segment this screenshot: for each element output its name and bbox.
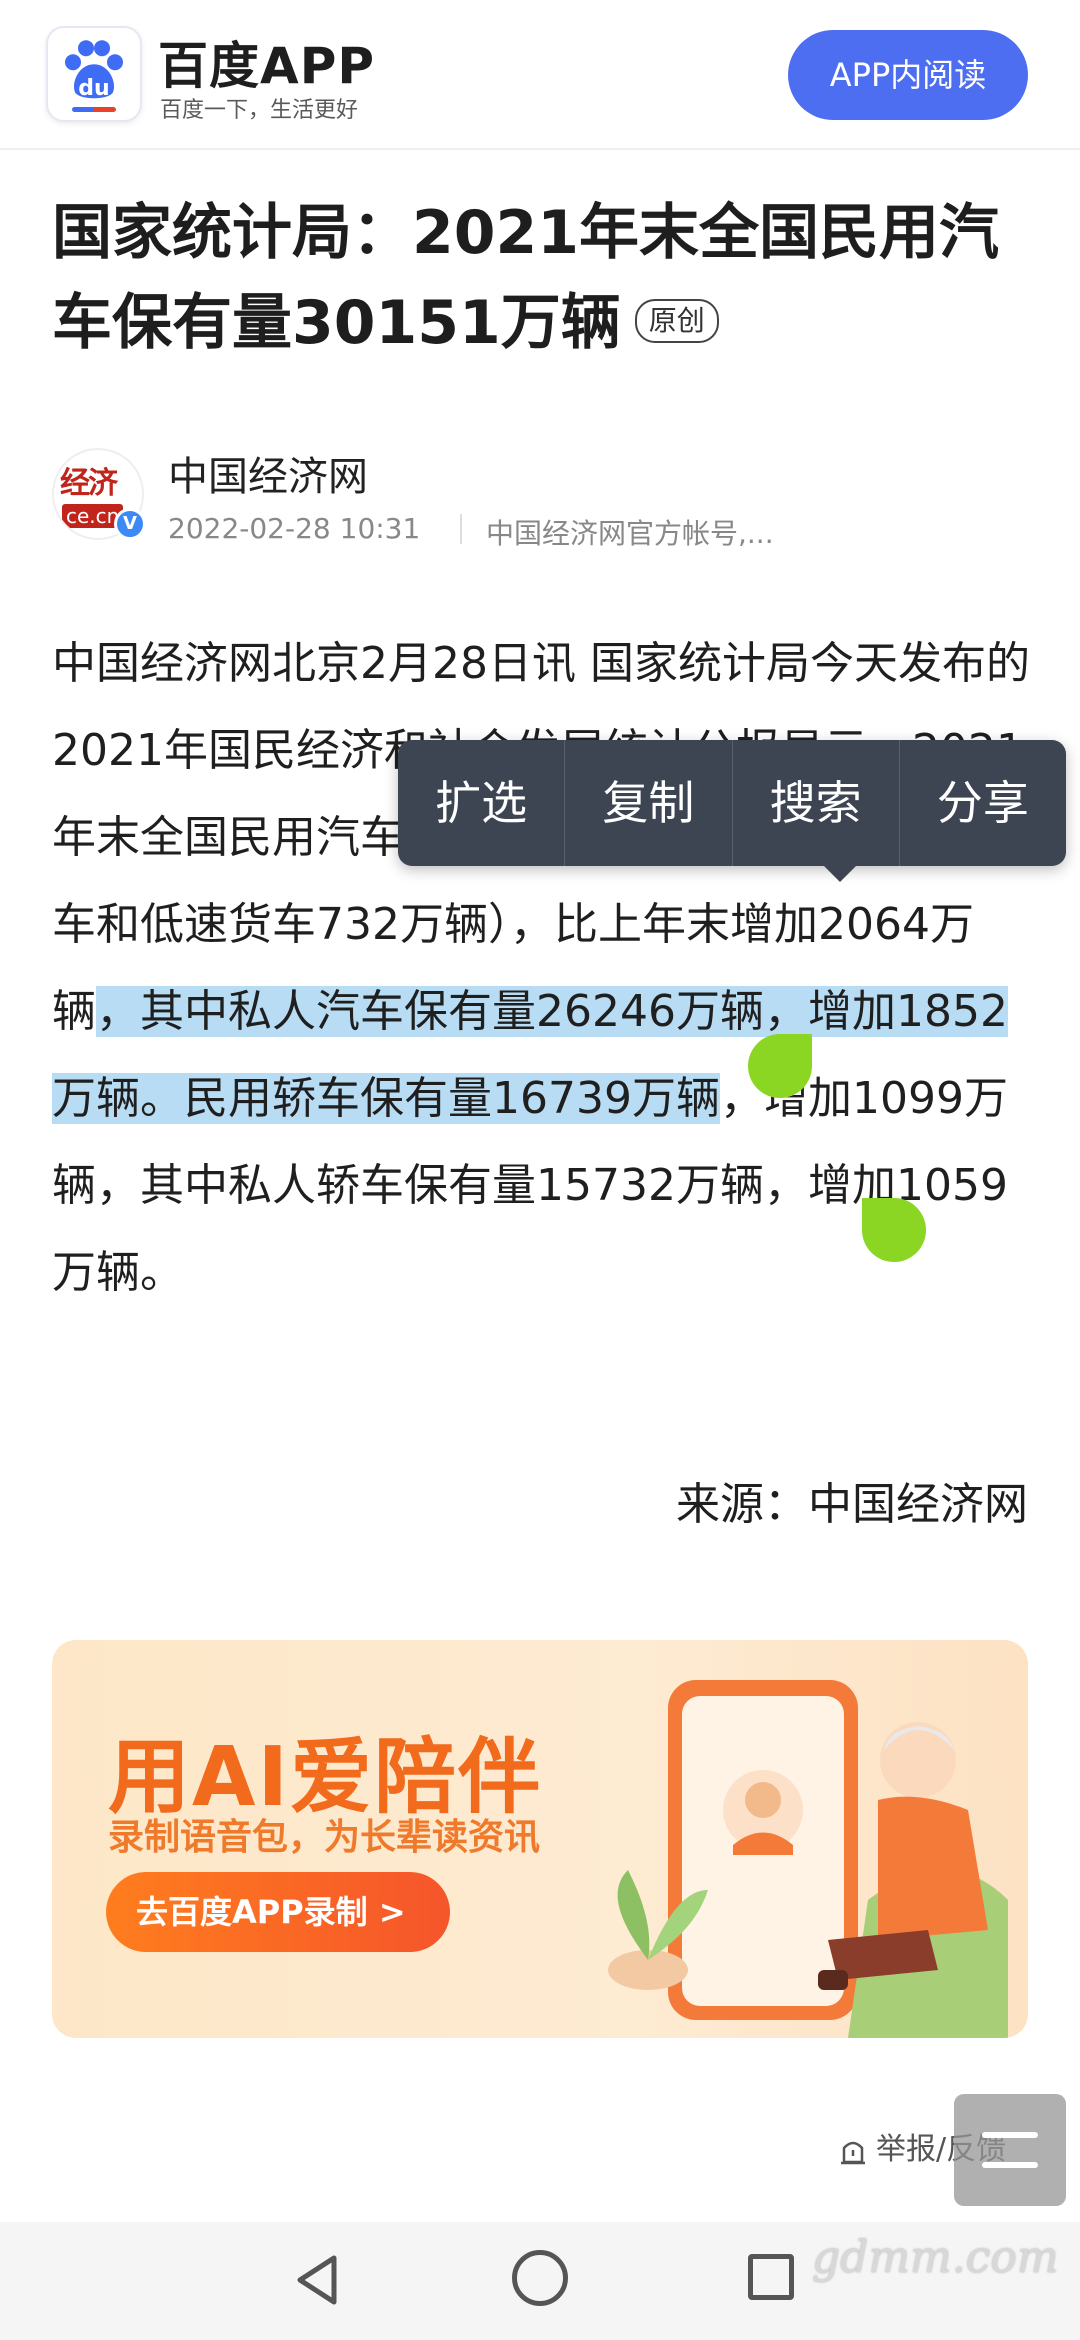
app-slogan: 百度一下，生活更好 bbox=[160, 98, 359, 123]
menu-pointer bbox=[822, 864, 858, 882]
open-in-app-button[interactable]: APP内阅读 bbox=[788, 30, 1028, 120]
post-time: 2022-02-28 10:31 bbox=[168, 512, 421, 545]
back-icon[interactable] bbox=[288, 2250, 348, 2310]
app-name: 百度APP bbox=[158, 37, 375, 95]
banner-record-button[interactable]: 去百度APP录制 > bbox=[106, 1872, 450, 1952]
menu-item-expand-selection[interactable]: 扩选 bbox=[398, 740, 566, 866]
article-title: 国家统计局：2021年末全国民用汽车保有量30151万辆 原创 bbox=[52, 188, 1032, 368]
menu-item-search[interactable]: 搜索 bbox=[733, 740, 900, 866]
recents-icon[interactable] bbox=[748, 2254, 794, 2300]
site-watermark: gdmm.com bbox=[812, 2232, 1059, 2283]
article-source: 来源：中国经济网 bbox=[676, 1479, 1028, 1530]
logo-bar bbox=[72, 107, 116, 112]
menu-line-icon bbox=[982, 2132, 1038, 2138]
logo-text: du bbox=[78, 76, 110, 101]
selection-start-handle[interactable] bbox=[748, 1034, 812, 1098]
baidu-logo[interactable]: du bbox=[46, 26, 142, 122]
meta-divider bbox=[460, 514, 462, 544]
verified-icon: V bbox=[114, 508, 146, 540]
banner-subtitle: 录制语音包，为长辈读资讯 bbox=[108, 1817, 541, 1858]
text-selection-menu: 扩选 复制 搜索 分享 bbox=[398, 740, 1066, 866]
menu-item-copy[interactable]: 复制 bbox=[565, 740, 733, 866]
home-icon[interactable] bbox=[512, 2250, 568, 2306]
promo-banner[interactable]: 用AI爱陪伴 录制语音包，为长辈读资讯 去百度APP录制 > bbox=[52, 1640, 1028, 2038]
menu-item-share[interactable]: 分享 bbox=[900, 740, 1066, 866]
app-header: du 百度APP 百度一下，生活更好 APP内阅读 bbox=[0, 0, 1080, 150]
avatar-seal: 经济 bbox=[60, 466, 118, 501]
author-name[interactable]: 中国经济网 bbox=[168, 444, 368, 502]
report-icon bbox=[841, 2141, 865, 2164]
elderly-listening-illustration bbox=[608, 1680, 1008, 2038]
article-title-text: 国家统计局：2021年末全国民用汽车保有量30151万辆 bbox=[52, 198, 999, 358]
author-description: 中国经济网官方帐号,... bbox=[486, 517, 774, 550]
original-badge: 原创 bbox=[634, 299, 719, 344]
selection-end-handle[interactable] bbox=[862, 1198, 926, 1262]
floating-menu-button[interactable] bbox=[954, 2094, 1066, 2206]
menu-line-icon bbox=[982, 2162, 1038, 2168]
